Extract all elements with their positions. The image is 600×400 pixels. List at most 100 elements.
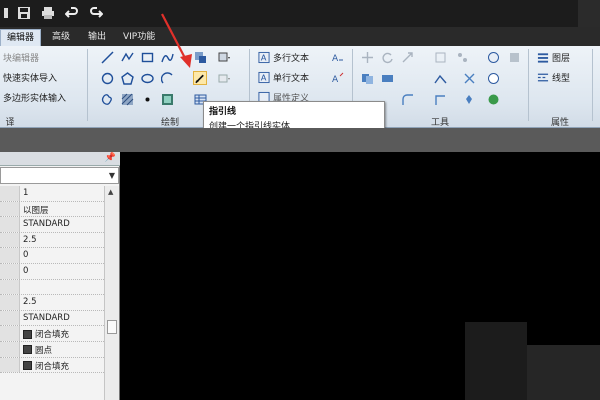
polygon-entity-input-label: 多边形实体输入	[3, 94, 67, 104]
pan-icon[interactable]	[462, 92, 476, 106]
property-row[interactable]: 0	[0, 248, 104, 264]
group-separator	[592, 49, 593, 121]
layer-refresh-icon[interactable]	[486, 50, 500, 64]
property-value: 圆点	[35, 345, 53, 356]
mirror-icon[interactable]	[380, 71, 394, 85]
stext-label: 单行文本	[273, 74, 310, 84]
arrow-type-icon	[23, 361, 32, 371]
property-value: 以图层	[23, 205, 49, 216]
tab-strip-area	[0, 128, 600, 152]
copy-icon[interactable]	[360, 71, 374, 85]
spline-icon[interactable]	[160, 50, 174, 64]
group-separator	[87, 49, 88, 121]
scrollbar-thumb[interactable]	[107, 320, 117, 334]
property-row[interactable]: 圆点	[0, 341, 104, 358]
property-row[interactable]: 0	[0, 263, 104, 280]
offset-icon[interactable]	[433, 71, 447, 85]
explode-icon[interactable]	[433, 50, 447, 64]
canvas-overlay	[465, 322, 527, 400]
property-row[interactable]: 闭合填充	[0, 357, 104, 374]
point-icon[interactable]	[140, 92, 154, 106]
arc-icon[interactable]	[160, 71, 174, 85]
image-icon[interactable]	[160, 92, 174, 106]
stext-icon: A	[258, 71, 270, 84]
property-value: STANDARD	[23, 219, 70, 230]
tab-vip[interactable]: VIP功能	[117, 29, 161, 46]
block-editor-button[interactable]: 块编辑器	[3, 51, 39, 64]
text-edit-icon[interactable]: A	[330, 71, 344, 85]
window-corner	[578, 0, 600, 27]
rectangle-icon[interactable]	[140, 50, 154, 64]
line-icon[interactable]	[100, 50, 114, 64]
polygon-icon[interactable]	[120, 71, 134, 85]
pin-icon[interactable]: 📌	[105, 153, 116, 163]
property-value: 闭合填充	[35, 330, 70, 341]
property-value: 2.5	[23, 297, 37, 308]
stext-button[interactable]: A 单行文本	[258, 71, 309, 84]
mtext-label: 多行文本	[273, 54, 310, 64]
svg-text:A: A	[332, 75, 339, 85]
svg-text:A: A	[332, 54, 339, 64]
properties-panel: 📌 ▼ 1 以图层 STANDARD 2.5 0 0 2.5 STANDARD …	[0, 152, 120, 400]
linetype-button[interactable]: 线型	[537, 71, 570, 84]
property-row[interactable]: 闭合填充	[0, 326, 104, 342]
property-row[interactable]	[0, 279, 104, 296]
array-icon[interactable]	[455, 50, 469, 64]
zoom-refresh-icon[interactable]	[486, 92, 500, 106]
extend-icon[interactable]	[433, 92, 447, 106]
property-row[interactable]: 1	[0, 186, 104, 202]
tab-advanced[interactable]: 高级	[46, 29, 76, 46]
property-row[interactable]: STANDARD	[0, 217, 104, 233]
property-row[interactable]: 以图层	[0, 201, 104, 218]
tab-output[interactable]: 输出	[82, 29, 112, 46]
move-icon[interactable]	[360, 50, 374, 64]
arrow-type-icon	[23, 329, 32, 339]
block-dropdown-icon[interactable]	[217, 50, 231, 64]
property-grid: 1 以图层 STANDARD 2.5 0 0 2.5 STANDARD 闭合填充…	[0, 186, 104, 374]
fillet-icon[interactable]	[400, 92, 414, 106]
mtext-button[interactable]: A 多行文本	[258, 51, 309, 64]
drawing-canvas[interactable]	[121, 152, 600, 400]
group-separator	[528, 49, 529, 121]
scroll-up-icon[interactable]: ▲	[108, 188, 113, 196]
match-props-icon[interactable]	[486, 71, 500, 85]
trim-icon[interactable]	[462, 71, 476, 85]
dim-dropdown-icon[interactable]	[217, 71, 231, 85]
canvas-overlay	[527, 345, 600, 400]
quick-entity-import-button[interactable]: 快速实体导入	[3, 71, 57, 84]
layer-button[interactable]: 图层	[537, 51, 570, 64]
property-row[interactable]: STANDARD	[0, 310, 104, 327]
leader-icon[interactable]	[193, 71, 207, 85]
chevron-down-icon[interactable]: ▼	[109, 171, 115, 180]
property-value: 闭合填充	[35, 361, 70, 372]
entity-select-combo[interactable]: ▼	[0, 167, 119, 184]
overflow-icon[interactable]	[507, 50, 521, 64]
hatch-icon[interactable]	[120, 92, 134, 106]
rotate-icon[interactable]	[380, 50, 394, 64]
revcloud-icon[interactable]	[100, 92, 114, 106]
panel-scrollbar[interactable]: ▲	[104, 186, 119, 400]
scale-icon[interactable]	[400, 50, 414, 64]
polygon-entity-input-button[interactable]: 多边形实体输入	[3, 91, 66, 104]
tab-editor[interactable]: 编辑器	[0, 29, 42, 46]
tooltip-title: 指引线	[209, 107, 237, 117]
property-row[interactable]: 2.5	[0, 232, 104, 249]
undo-icon[interactable]	[64, 5, 80, 21]
leader-tooltip: 指引线 创建一个指引线实体	[203, 101, 385, 132]
polyline-icon[interactable]	[120, 50, 134, 64]
layer-icon	[537, 52, 549, 64]
circle-icon[interactable]	[100, 71, 114, 85]
ribbon-tabs: 编辑器 高级 输出 VIP功能	[0, 27, 600, 46]
text-style-icon[interactable]: A	[330, 50, 344, 64]
insert-block-icon[interactable]	[193, 50, 207, 64]
ellipse-icon[interactable]	[140, 71, 154, 85]
layer-label: 图层	[552, 54, 571, 64]
property-value: 0	[23, 250, 29, 261]
print-icon[interactable]	[40, 5, 56, 21]
property-row[interactable]: 2.5	[0, 295, 104, 311]
left-group-label: 译	[5, 118, 15, 128]
linetype-icon	[537, 72, 549, 84]
redo-icon[interactable]	[88, 5, 104, 21]
save-icon[interactable]	[16, 5, 32, 21]
quick-entity-import-label: 快速实体导入	[3, 74, 58, 84]
